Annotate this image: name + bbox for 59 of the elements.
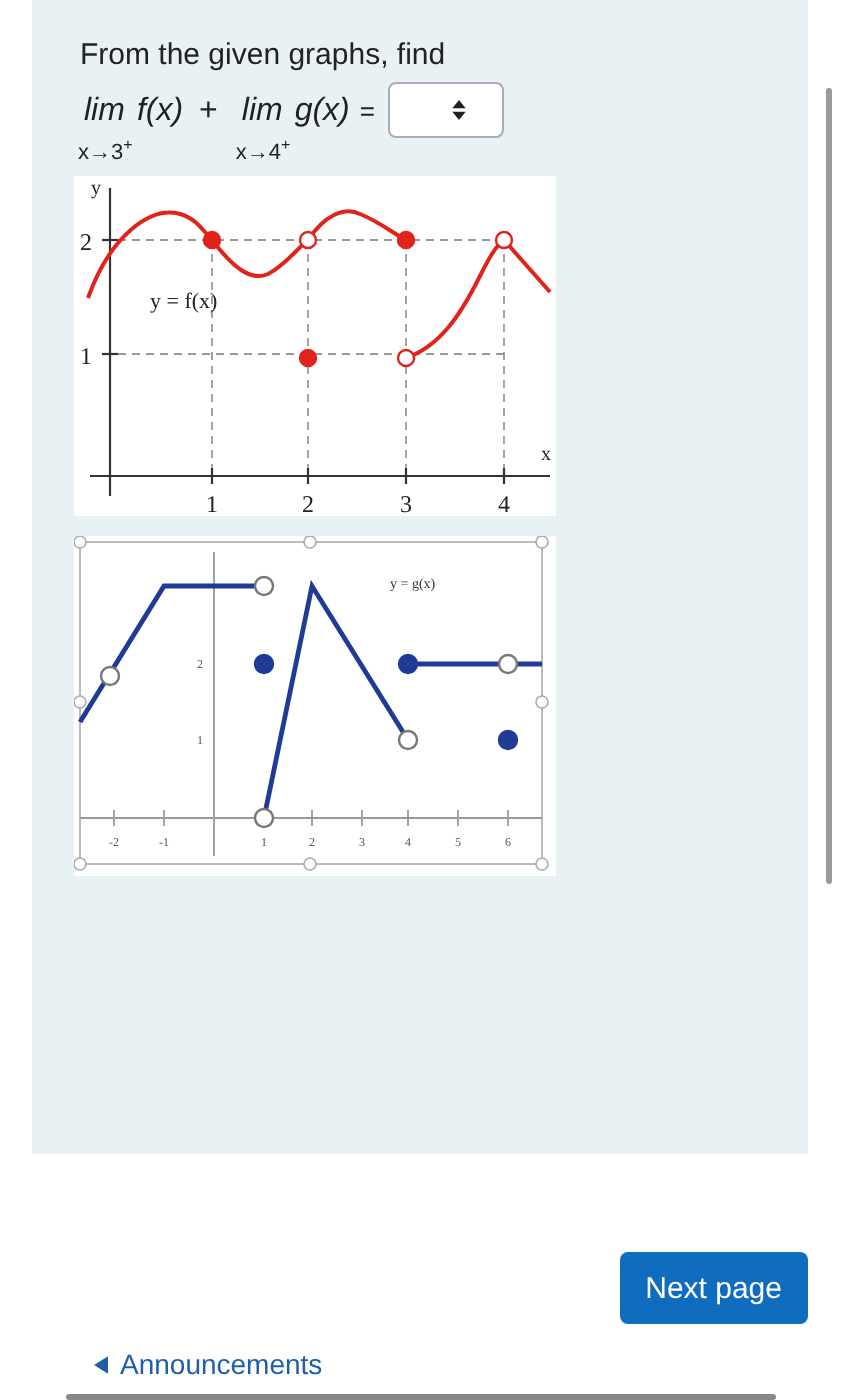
lim-label: lim — [241, 92, 283, 132]
open-point — [397, 729, 419, 750]
closed-point — [396, 230, 416, 249]
tick-mark — [210, 467, 214, 484]
closed-point — [298, 348, 318, 367]
limit-subscript: x→4$^{+}$ — [235, 134, 293, 166]
resize-handle — [74, 535, 87, 549]
closed-point — [397, 653, 419, 674]
tick-mark — [102, 238, 118, 241]
tick-mark — [507, 808, 509, 827]
closed-point — [202, 230, 222, 249]
resize-handle — [535, 694, 549, 709]
tick-label: 4 — [498, 489, 510, 516]
answer-select[interactable] — [388, 82, 505, 138]
tick-label: 3 — [400, 489, 412, 516]
equals-sign: = — [359, 94, 375, 130]
tick-label: 1 — [80, 341, 92, 370]
limit-subscript: x→3$^{+}$ — [78, 134, 135, 166]
function-expression: f(x) — [136, 92, 184, 132]
open-point — [396, 348, 416, 367]
closed-point — [253, 653, 275, 674]
axis-label: x — [541, 443, 551, 466]
tick-mark — [404, 467, 408, 484]
function-expression: g(x) — [294, 92, 350, 132]
scrollbar[interactable] — [826, 88, 832, 884]
open-point — [253, 807, 275, 828]
announcements-link[interactable]: Announcements — [94, 1348, 323, 1380]
lim-label: lim — [84, 92, 125, 132]
tick-mark — [361, 808, 363, 827]
axis-label: y — [91, 177, 101, 200]
plus-sign: + — [199, 92, 218, 132]
up-down-arrows-icon — [452, 100, 467, 120]
resize-handle — [303, 856, 317, 871]
open-point — [494, 230, 514, 249]
tick-mark — [102, 352, 118, 355]
tick-label: 2 — [302, 489, 314, 516]
open-point — [298, 230, 318, 249]
resize-handle — [535, 856, 549, 871]
tick-label: 2 — [80, 227, 92, 256]
tick-mark — [457, 808, 459, 827]
closed-point — [497, 729, 519, 750]
open-point — [253, 575, 275, 596]
tick-mark — [113, 808, 115, 827]
next-page-button[interactable]: Next page — [619, 1252, 808, 1324]
resize-handle — [74, 694, 87, 709]
resize-handle — [303, 535, 317, 549]
tick-label: 1 — [206, 489, 218, 516]
tick-mark — [163, 808, 165, 827]
open-point — [497, 653, 519, 674]
function-label: y = f(x) — [150, 289, 218, 314]
question-text: From the given graphs, find — [80, 38, 448, 74]
resize-handle — [535, 535, 549, 549]
resize-handle — [74, 856, 87, 871]
tick-mark — [502, 467, 506, 484]
left-triangle-icon — [94, 1355, 108, 1373]
tick-mark — [407, 808, 409, 827]
tick-mark — [306, 467, 310, 484]
open-point — [99, 665, 121, 686]
tick-mark — [311, 808, 313, 827]
